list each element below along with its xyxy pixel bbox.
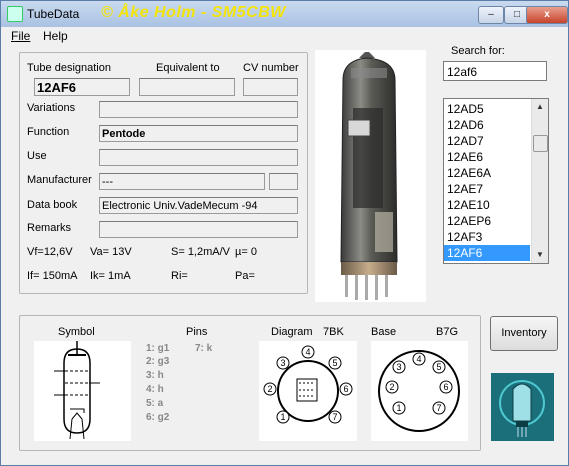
pin-1: 1: g1 — [146, 343, 170, 354]
diagram-pin-label: 2 — [267, 384, 272, 394]
if-value: If= 150mA — [27, 270, 78, 282]
symbol-panel — [34, 341, 131, 441]
list-item-selected[interactable]: 12AF6 — [444, 245, 530, 261]
copyright-banner: © Åke Holm - SM5CBW — [101, 4, 286, 21]
list-item[interactable]: 12AE7 — [444, 181, 530, 197]
base-pin-label: 1 — [396, 403, 401, 413]
window-title: TubeData — [27, 7, 80, 21]
list-item[interactable]: 12AE6A — [444, 165, 530, 181]
va-value: Va= 13V — [90, 246, 132, 258]
base-pin-label: 6 — [443, 382, 448, 392]
symbol-label: Symbol — [58, 326, 95, 338]
ri-value: Ri= — [171, 270, 188, 282]
vf-value: Vf=12,6V — [27, 246, 73, 258]
diagram-panel: 1 2 3 4 5 6 7 — [259, 341, 357, 441]
minimize-button[interactable]: – — [478, 6, 504, 24]
function-field[interactable]: Pentode — [99, 125, 298, 142]
base-pinout-icon: 1 2 3 4 5 6 7 — [378, 350, 460, 432]
base-connection-diagram-icon: 1 2 3 4 5 6 7 — [263, 345, 353, 424]
designation-field[interactable]: 12AF6 — [34, 78, 130, 96]
tube-logo-icon — [491, 373, 554, 441]
remarks-field[interactable] — [99, 221, 298, 238]
list-item[interactable]: 12AE6 — [444, 149, 530, 165]
list-item[interactable]: 12AD7 — [444, 133, 530, 149]
search-input[interactable]: 12af6 — [443, 61, 547, 81]
inventory-button[interactable]: Inventory — [490, 316, 558, 351]
s-value: S= 1,2mA/V — [171, 246, 231, 258]
search-label: Search for: — [451, 45, 505, 57]
pentode-symbol-icon — [54, 341, 100, 440]
scroll-down-icon[interactable]: ▼ — [532, 247, 548, 263]
tube-app-icon — [7, 6, 23, 22]
use-label: Use — [27, 150, 47, 162]
diagram-pin-label: 6 — [343, 384, 348, 394]
diagram-code: 7BK — [323, 326, 344, 338]
pins-label: Pins — [186, 326, 208, 338]
mu-value: µ= 0 — [235, 246, 257, 258]
scroll-up-icon[interactable]: ▲ — [532, 99, 548, 115]
menu-file[interactable]: File — [11, 29, 30, 43]
close-button[interactable]: x — [526, 6, 568, 24]
base-pin-label: 2 — [389, 382, 394, 392]
pin-7: 7: k — [195, 343, 213, 354]
pin-6: 6: g2 — [146, 412, 170, 423]
base-panel: 1 2 3 4 5 6 7 — [371, 341, 468, 441]
databook-field[interactable]: Electronic Univ.VadeMecum -94 — [99, 197, 298, 214]
use-field[interactable] — [99, 149, 298, 166]
base-pin-label: 3 — [396, 362, 401, 372]
diagram-pin-label: 5 — [332, 358, 337, 368]
tube-list[interactable]: 12AD5 12AD6 12AD7 12AE6 12AE6A 12AE7 12A… — [443, 98, 549, 264]
list-item[interactable]: 12AE10 — [444, 197, 530, 213]
equivalent-label: Equivalent to — [156, 62, 220, 74]
diagram-pin-label: 1 — [280, 412, 285, 422]
list-item[interactable]: 12AF3 — [444, 229, 530, 245]
diagram-label: Diagram — [271, 326, 313, 338]
base-pin-label: 5 — [436, 362, 441, 372]
cv-number-label: CV number — [243, 62, 299, 74]
menu-help[interactable]: Help — [43, 29, 68, 43]
tube-photo — [315, 50, 426, 302]
pin-5: 5: a — [146, 398, 164, 409]
pin-3: 3: h — [146, 370, 164, 381]
remarks-label: Remarks — [27, 222, 72, 234]
base-label: Base — [371, 326, 397, 338]
diagram-pin-label: 3 — [280, 358, 285, 368]
list-scrollbar[interactable]: ▲ ▼ — [531, 99, 548, 263]
variations-label: Variations — [27, 102, 76, 114]
list-item[interactable]: 12AEP6 — [444, 213, 530, 229]
diagram-pin-label: 4 — [305, 347, 310, 357]
cv-number-field[interactable] — [243, 78, 298, 96]
function-label: Function — [27, 126, 70, 138]
ik-value: Ik= 1mA — [90, 270, 131, 282]
pin-4: 4: h — [146, 384, 164, 395]
list-item[interactable]: 12AD6 — [444, 117, 530, 133]
databook-label: Data book — [27, 199, 78, 211]
manufacturer-label: Manufacturer — [27, 174, 92, 186]
base-pin-label: 4 — [416, 354, 421, 364]
base-code: B7G — [436, 326, 459, 338]
manufacturer-field[interactable]: --- — [99, 173, 265, 190]
base-pin-label: 7 — [436, 403, 441, 413]
manufacturer-code-field[interactable] — [269, 173, 298, 190]
variations-field[interactable] — [99, 101, 298, 118]
diagram-pin-label: 7 — [332, 412, 337, 422]
menu-bar: File Help — [1, 27, 568, 45]
equivalent-field[interactable] — [139, 78, 235, 96]
title-bar[interactable]: TubeData © Åke Holm - SM5CBW – □ x — [1, 1, 568, 27]
scroll-thumb[interactable] — [533, 135, 548, 152]
list-item[interactable]: 12AD5 — [444, 101, 530, 117]
designation-label: Tube designation — [27, 62, 111, 74]
pin-2: 2: g3 — [146, 356, 170, 367]
pa-value: Pa= — [235, 270, 255, 282]
